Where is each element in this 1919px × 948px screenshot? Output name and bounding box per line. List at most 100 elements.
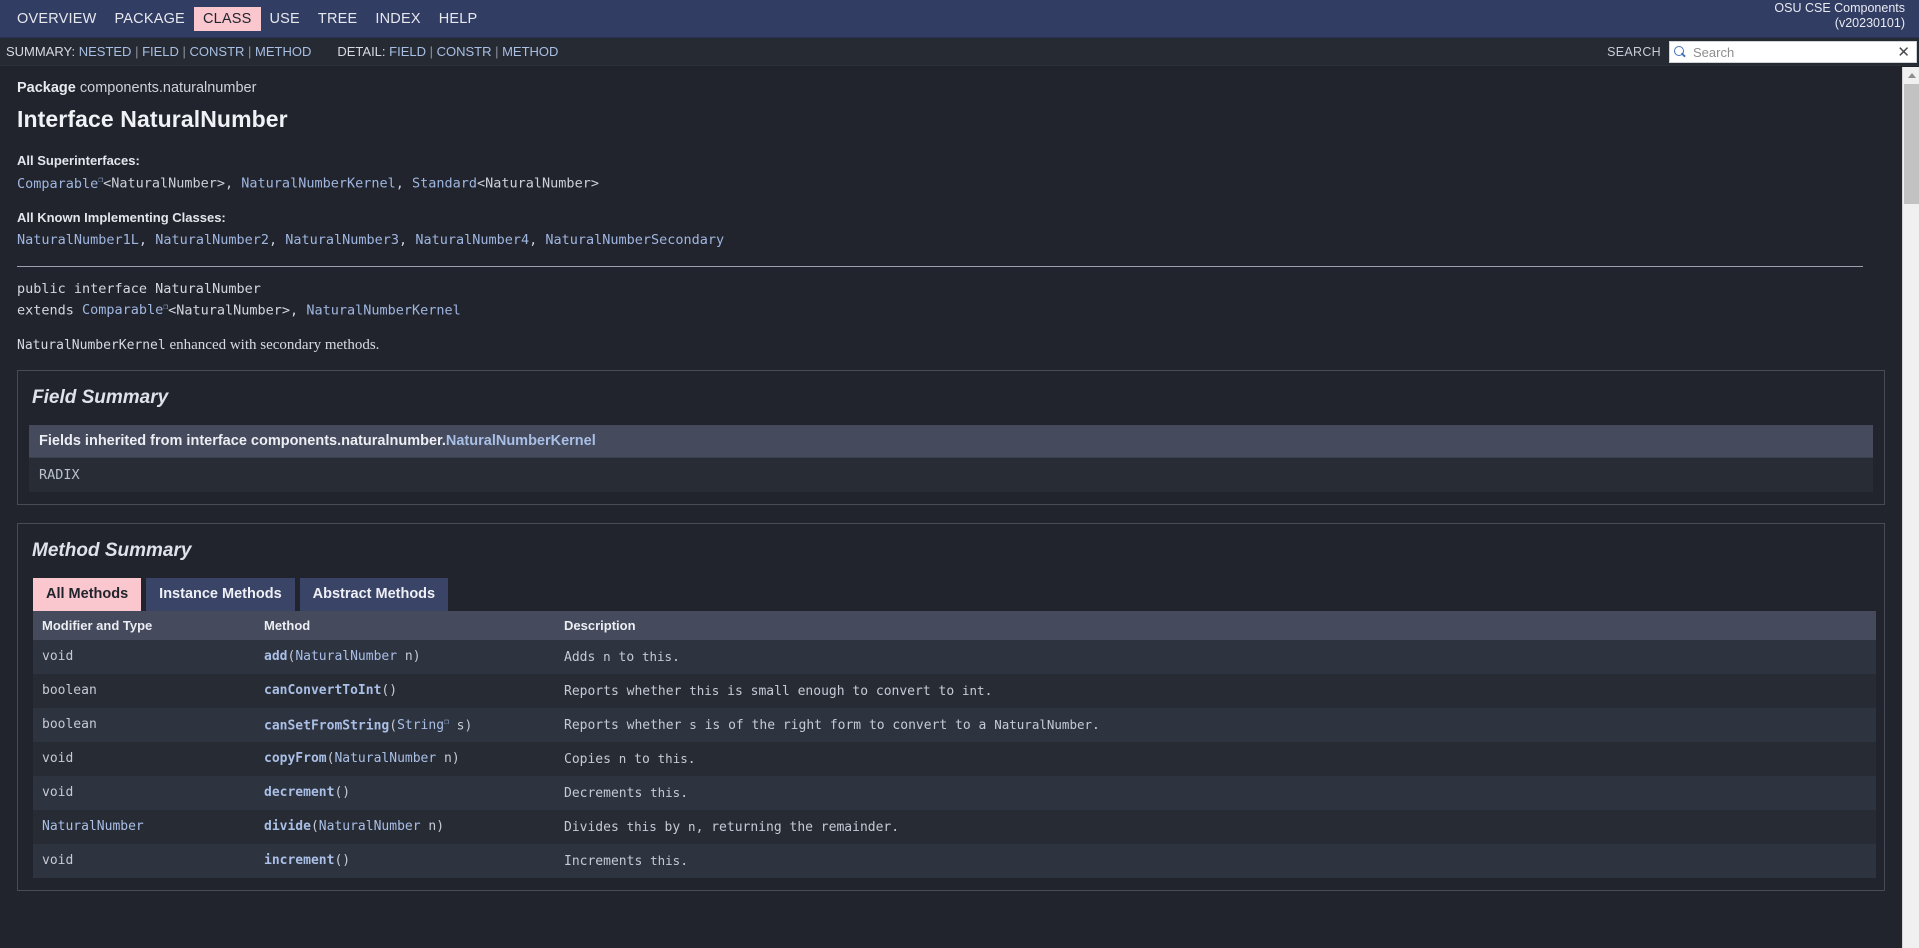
- reset-search-icon[interactable]: ✕: [1895, 45, 1912, 60]
- detail-link-field[interactable]: FIELD: [389, 44, 426, 59]
- cell-modifier-and-type: boolean: [33, 708, 255, 743]
- nav-item-use[interactable]: USE: [261, 7, 309, 31]
- method-name-link[interactable]: copyFrom: [264, 751, 327, 766]
- package-name[interactable]: components.naturalnumber: [80, 80, 257, 96]
- method-name-link[interactable]: increment: [264, 853, 334, 868]
- vertical-scrollbar[interactable]: [1902, 67, 1919, 948]
- search-box[interactable]: ✕: [1669, 41, 1917, 63]
- superinterface-link-3[interactable]: NaturalNumberKernel: [241, 176, 395, 192]
- method-summary-table: Modifier and Type Method Description voi…: [33, 611, 1876, 879]
- description-desc-mid: is small enough to convert to: [719, 684, 962, 699]
- column-header-modifier: Modifier and Type: [33, 611, 255, 640]
- nav-item-help[interactable]: HELP: [430, 7, 487, 31]
- separator: |: [491, 44, 503, 59]
- cell-description: Decrements this.: [555, 776, 1876, 811]
- summary-links-group: SUMMARY: NESTED | FIELD | CONSTR | METHO…: [6, 44, 311, 59]
- description-desc-code2: this: [641, 649, 673, 664]
- description-desc-pre: Copies: [564, 752, 619, 768]
- description-desc-code2: this: [650, 785, 681, 801]
- search-input[interactable]: [1691, 43, 1894, 61]
- comparable-link[interactable]: Comparable: [82, 302, 168, 318]
- detail-label: DETAIL:: [337, 44, 390, 59]
- description-desc-post: .: [680, 854, 689, 870]
- superinterface-link-0[interactable]: Comparable: [17, 176, 103, 192]
- column-header-method: Method: [255, 611, 555, 640]
- description-desc-code2: int: [961, 683, 985, 698]
- table-row: void add(NaturalNumber n) Adds n to this.: [33, 640, 1876, 674]
- param-type-link[interactable]: NaturalNumber: [334, 751, 436, 766]
- search-label: SEARCH: [1607, 45, 1661, 59]
- cell-method-signature: divide(NaturalNumber n): [255, 810, 555, 845]
- description-desc-code2: NaturalNumber: [994, 717, 1093, 732]
- nav-item-index[interactable]: INDEX: [366, 7, 429, 31]
- paren-close: ): [342, 853, 351, 869]
- nav-item-package[interactable]: PACKAGE: [106, 7, 194, 31]
- paren-close: ): [436, 819, 445, 835]
- naturalnumberkernel-link[interactable]: NaturalNumberKernel: [306, 302, 460, 318]
- superinterface-text-1: <NaturalNumber>: [103, 175, 226, 192]
- tab-instance-methods[interactable]: Instance Methods: [146, 578, 295, 611]
- implementing-class-link[interactable]: NaturalNumber4: [415, 232, 529, 248]
- superinterfaces-label: All Superinterfaces:: [17, 153, 140, 168]
- fields-inherited-header: Fields inherited from interface componen…: [29, 425, 1873, 458]
- sub-navigation-bar: SUMMARY: NESTED | FIELD | CONSTR | METHO…: [0, 38, 1919, 66]
- summary-link-method[interactable]: METHOD: [255, 44, 311, 59]
- inherited-field-link[interactable]: RADIX: [39, 467, 80, 483]
- description-desc-pre: Adds: [564, 650, 604, 665]
- separator: |: [131, 44, 143, 59]
- description-desc-post: .: [680, 786, 689, 802]
- search-area: SEARCH ✕: [1607, 38, 1917, 66]
- nav-item-tree[interactable]: TREE: [309, 7, 366, 31]
- paren-close: ): [342, 785, 351, 801]
- method-name-link[interactable]: divide: [264, 819, 311, 834]
- field-summary-section: Field Summary Fields inherited from inte…: [17, 370, 1885, 505]
- nav-item-list: OVERVIEW PACKAGE CLASS USE TREE INDEX HELP: [8, 6, 487, 31]
- tab-all-methods[interactable]: All Methods: [33, 578, 142, 611]
- description-desc-code2: n: [688, 819, 696, 835]
- extends-keyword: extends: [17, 302, 83, 318]
- divider: [17, 265, 1863, 267]
- package-label: Package: [17, 80, 76, 96]
- paren-close: ): [389, 683, 398, 698]
- detail-link-method[interactable]: METHOD: [502, 44, 558, 59]
- param-type-link[interactable]: NaturalNumber: [319, 819, 421, 834]
- declaration-line-1: public interface NaturalNumber: [17, 280, 261, 297]
- table-header-row: Modifier and Type Method Description: [33, 611, 1876, 640]
- description-desc-post: .: [672, 650, 680, 665]
- implementing-class-link[interactable]: NaturalNumber2: [155, 232, 269, 248]
- param-type-link[interactable]: String: [397, 718, 449, 733]
- cell-description: Copies n to this.: [555, 742, 1876, 777]
- table-row: boolean canConvertToInt() Reports whether …: [33, 674, 1876, 708]
- superinterface-link-5[interactable]: Standard: [412, 176, 477, 192]
- summary-link-nested[interactable]: NESTED: [79, 44, 132, 59]
- scrollbar-thumb[interactable]: [1904, 84, 1919, 204]
- method-summary-section: Method Summary All Methods Instance Metho…: [17, 523, 1885, 892]
- declaration-generic: <NaturalNumber>,: [168, 302, 307, 318]
- method-name-link[interactable]: canSetFromString: [264, 718, 389, 733]
- scroll-up-icon[interactable]: [1903, 67, 1919, 84]
- paren-close: ): [412, 649, 421, 664]
- nav-item-class[interactable]: CLASS: [193, 6, 261, 31]
- separator: ,: [268, 231, 286, 248]
- detail-link-constr[interactable]: CONSTR: [437, 44, 492, 59]
- param-type-link[interactable]: NaturalNumber: [295, 649, 397, 664]
- method-name-link[interactable]: add: [264, 649, 287, 664]
- summary-link-field[interactable]: FIELD: [142, 44, 179, 59]
- tab-abstract-methods[interactable]: Abstract Methods: [299, 578, 449, 611]
- interface-description: NaturalNumberKernel enhanced with second…: [17, 337, 1885, 354]
- modifier-type-text[interactable]: NaturalNumber: [42, 819, 144, 834]
- cell-description: Adds n to this.: [555, 640, 1876, 674]
- method-name-link[interactable]: decrement: [264, 785, 334, 800]
- implementing-class-link[interactable]: NaturalNumber3: [285, 232, 399, 248]
- method-filter-tabs: All Methods Instance Methods Abstract Meth…: [33, 578, 1873, 611]
- table-row: booleancanSetFromString(String s)Reports…: [33, 708, 1876, 743]
- cell-method-signature: add(NaturalNumber n): [255, 640, 555, 674]
- summary-link-constr[interactable]: CONSTR: [190, 44, 245, 59]
- fields-inherited-link[interactable]: NaturalNumberKernel: [446, 433, 596, 449]
- separator: |: [244, 44, 256, 59]
- implementing-class-link[interactable]: NaturalNumber1L: [17, 232, 139, 248]
- method-name-link[interactable]: canConvertToInt: [264, 683, 381, 698]
- separator: |: [178, 44, 190, 59]
- implementing-class-link[interactable]: NaturalNumberSecondary: [545, 232, 724, 248]
- nav-item-overview[interactable]: OVERVIEW: [8, 7, 106, 31]
